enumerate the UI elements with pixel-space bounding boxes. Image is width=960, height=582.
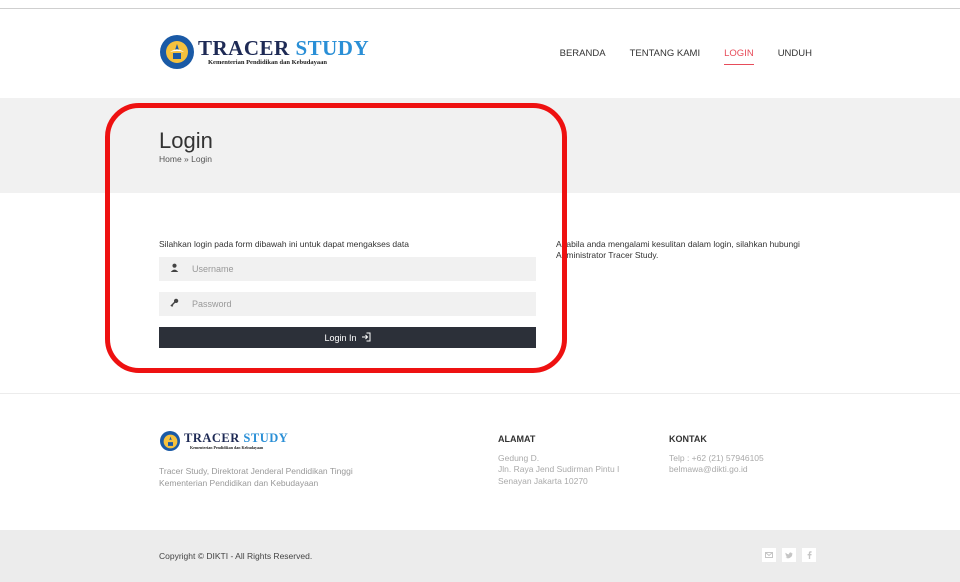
site-logo[interactable]: TRACER STUDY Kementerian Pendidikan dan … — [160, 35, 369, 69]
facebook-icon[interactable] — [802, 548, 816, 562]
footer-divider — [0, 393, 960, 394]
logo-title: TRACER STUDY — [198, 35, 370, 60]
nav-unduh[interactable]: UNDUH — [778, 48, 812, 65]
alamat-heading: ALAMAT — [498, 434, 536, 444]
main-nav: BERANDA TENTANG KAMI LOGIN UNDUH — [560, 48, 812, 65]
page-title-band — [0, 98, 960, 193]
footer-kontak: KONTAK Telp : +62 (21) 57946105 belmawa@… — [669, 433, 764, 476]
footer-logo-subtitle: Kementerian Pendidikan dan Kebudayaan — [190, 444, 264, 450]
top-border — [0, 0, 960, 9]
email-icon[interactable] — [762, 548, 776, 562]
footer-alamat: ALAMAT Gedung D. Jln. Raya Jend Sudirman… — [498, 433, 619, 488]
breadcrumb: Home » Login — [159, 154, 212, 164]
alamat-line: Gedung D. — [498, 452, 540, 463]
username-field[interactable] — [159, 257, 536, 281]
login-help-text: Apabila anda mengalami kesulitan dalam l… — [556, 239, 800, 261]
kontak-email[interactable]: belmawa@dikti.go.id — [669, 464, 764, 476]
kontak-phone: Telp : +62 (21) 57946105 — [669, 452, 764, 463]
login-button-label: Login In — [324, 332, 357, 343]
login-intro-text: Silahkan login pada form dibawah ini unt… — [159, 239, 409, 249]
password-field[interactable] — [159, 292, 536, 316]
page-title: Login — [159, 128, 213, 153]
footer-logo-title: TRACER STUDY — [184, 431, 289, 446]
twitter-icon[interactable] — [782, 548, 796, 562]
username-input[interactable] — [189, 257, 536, 281]
footer-description: Tracer Study, Direktorat Jenderal Pendid… — [159, 466, 353, 489]
tut-wuri-logo-icon — [160, 35, 194, 69]
nav-tentang-kami[interactable]: TENTANG KAMI — [630, 48, 701, 65]
copyright-text: Copyright © DIKTI - All Rights Reserved. — [159, 551, 313, 561]
social-links — [762, 548, 816, 562]
nav-login[interactable]: LOGIN — [724, 48, 754, 65]
footer-logo: TRACER STUDY Kementerian Pendidikan dan … — [160, 431, 288, 451]
password-input[interactable] — [189, 292, 536, 316]
alamat-line: Senayan Jakarta 10270 — [498, 476, 588, 487]
footer-bottom-bar — [0, 530, 960, 582]
nav-beranda[interactable]: BERANDA — [560, 48, 606, 65]
alamat-line: Jln. Raya Jend Sudirman Pintu I — [498, 464, 620, 475]
kontak-heading: KONTAK — [669, 434, 707, 444]
logo-subtitle: Kementerian Pendidikan dan Kebudayaan — [208, 58, 328, 66]
key-icon — [159, 298, 189, 310]
footer-tut-wuri-logo-icon — [160, 431, 180, 451]
login-button[interactable]: Login In — [159, 327, 536, 348]
sign-in-icon — [361, 332, 371, 344]
user-icon — [159, 263, 189, 275]
